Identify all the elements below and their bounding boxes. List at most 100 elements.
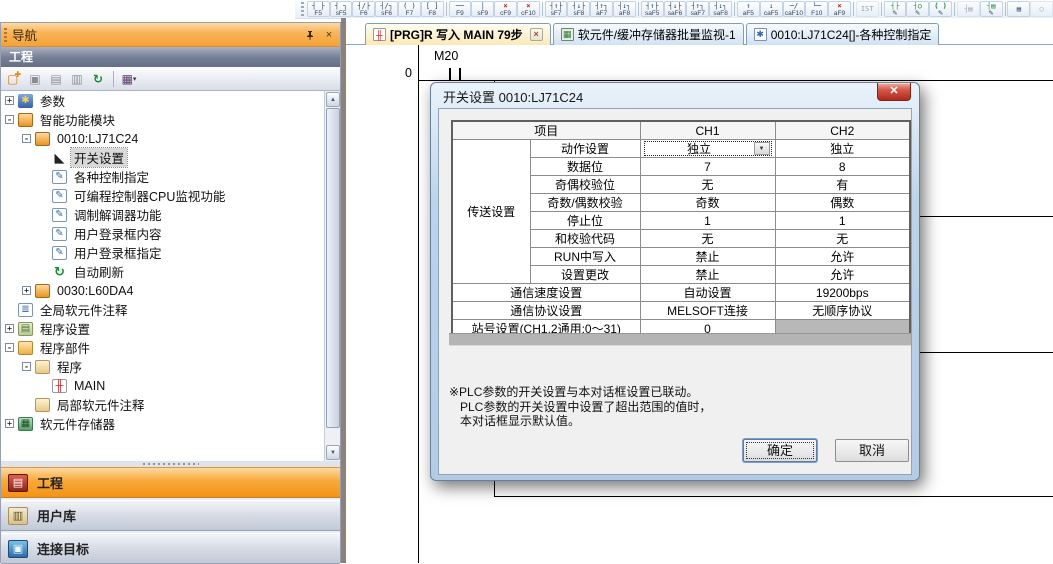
expand-toggle-icon[interactable]: + xyxy=(5,419,14,428)
tool-key-label: sF5 xyxy=(336,10,347,17)
scrollbar-thumb[interactable] xyxy=(326,108,340,428)
tree-item-various-control-specification[interactable]: 各种控制指定 xyxy=(1,167,340,186)
ch2-cell[interactable]: 允许 xyxy=(775,248,910,266)
edit-instruction-button[interactable]: ( )✎ xyxy=(929,1,952,17)
edit-contact-button[interactable]: ┤├✎ xyxy=(884,1,907,17)
ch1-cell[interactable]: 无 xyxy=(640,230,775,248)
ch2-cell[interactable]: 无顺序协议 xyxy=(775,302,910,320)
ch1-cell[interactable]: 1 xyxy=(640,212,775,230)
tree-item-parameter[interactable]: + 参数 xyxy=(1,91,340,110)
pin-icon[interactable] xyxy=(302,27,318,43)
ch1-cell[interactable]: 奇数 xyxy=(640,194,775,212)
cancel-button[interactable]: 取消 xyxy=(835,439,909,462)
edit-coil-button[interactable]: ┤○✎ xyxy=(906,1,929,17)
ch1-cell[interactable]: 禁止 xyxy=(640,266,775,284)
ch1-cell[interactable]: 自动设置 xyxy=(640,284,775,302)
nav-button-label: 连接目标 xyxy=(37,539,89,558)
tree-item-program-setting[interactable]: +程序设置 xyxy=(1,319,340,338)
expand-toggle-icon[interactable]: - xyxy=(22,362,31,371)
expand-toggle-icon[interactable]: + xyxy=(5,324,14,333)
falling-pulse-branch-button[interactable]: ┤↓┐aF8 xyxy=(613,1,636,17)
tree-item-auto-refresh[interactable]: 自动刷新 xyxy=(1,262,340,281)
expand-toggle-icon[interactable]: - xyxy=(5,115,14,124)
ch2-cell[interactable]: 允许 xyxy=(775,266,910,284)
sort-display-icon[interactable]: ▦▾ xyxy=(120,70,138,88)
falling-pulse-close-button[interactable]: ┤↓├saF6 xyxy=(664,1,687,17)
tab-batch-monitor[interactable]: ▦ 软元件/缓冲存储器批量监视-1 xyxy=(553,23,744,45)
tool-key-label: aF5 xyxy=(743,10,754,17)
open-contact-button[interactable]: ┤ ├F5 xyxy=(307,1,330,17)
tree-item-module-0030-l60da4[interactable]: +0030:L60DA4 xyxy=(1,281,340,300)
ch2-cell[interactable]: 偶数 xyxy=(775,194,910,212)
tree-item-modem-function[interactable]: 调制解调器功能 xyxy=(1,205,340,224)
pulse-conversion-down-button[interactable]: ↓caF5 xyxy=(760,1,783,17)
tree-item-local-device-comment[interactable]: 局部软元件注释 xyxy=(1,395,340,414)
falling-pulse-close-branch-button[interactable]: ┤↓┐saF8 xyxy=(709,1,732,17)
tree-item-module-0010-lj71c24[interactable]: -0010:LJ71C24 xyxy=(1,129,340,148)
ch2-cell[interactable]: 8 xyxy=(775,158,910,176)
delete-horizontal-line-button[interactable]: ×cF9 xyxy=(494,1,517,17)
rising-pulse-close-button[interactable]: ┤↑├saF5 xyxy=(641,1,664,17)
expand-toggle-icon[interactable]: - xyxy=(5,343,14,352)
nav-button-connection[interactable]: ▣ 连接目标 xyxy=(1,533,340,564)
tree-scrollbar[interactable]: ▲ ▼ xyxy=(324,91,340,461)
ch2-cell[interactable]: 1 xyxy=(775,212,910,230)
nav-button-user-library[interactable]: ▥ 用户库 xyxy=(1,500,340,531)
expand-toggle-icon[interactable]: + xyxy=(5,96,14,105)
ch1-cell[interactable]: 禁止 xyxy=(640,248,775,266)
tree-item-program-parts[interactable]: -程序部件 xyxy=(1,338,340,357)
close-contact-button[interactable]: ┤/├F6 xyxy=(352,1,375,17)
expand-toggle-icon[interactable]: - xyxy=(22,134,31,143)
tree-item-device-memory[interactable]: +软元件存储器 xyxy=(1,414,340,433)
rising-pulse-branch-button[interactable]: ┤↑┐aF7 xyxy=(590,1,613,17)
ch2-cell[interactable]: 有 xyxy=(775,176,910,194)
rising-pulse-button[interactable]: ┤↑├sF7 xyxy=(545,1,568,17)
pulse-conversion-button[interactable]: ↑aF5 xyxy=(737,1,760,17)
line-branch-button[interactable]: └─F10 xyxy=(805,1,828,17)
ch1-cell[interactable]: MELSOFT连接 xyxy=(640,302,775,320)
scroll-down-icon[interactable]: ▼ xyxy=(326,445,340,460)
tree-item-intelligent-function-module[interactable]: -智能功能模块 xyxy=(1,110,340,129)
operation-setting-combobox[interactable]: 独立 ▼ xyxy=(644,141,772,156)
ch2-cell[interactable]: 独立 xyxy=(775,140,910,158)
close-tab-icon[interactable]: × xyxy=(530,28,543,41)
ch1-cell[interactable]: 无 xyxy=(640,176,775,194)
ok-button[interactable]: 确定 xyxy=(743,439,817,462)
coil-button[interactable]: ( )F7 xyxy=(398,1,421,17)
tree-item-program[interactable]: -程序 xyxy=(1,357,340,376)
scroll-up-icon[interactable]: ▲ xyxy=(326,92,340,107)
tree-item-label: 参数 xyxy=(37,91,68,110)
falling-pulse-button[interactable]: ┤↓├sF8 xyxy=(567,1,590,17)
tool-key-label: F10 xyxy=(811,10,822,17)
expand-toggle-icon[interactable]: + xyxy=(22,286,31,295)
tree-item-switch-setting[interactable]: 开关设置 xyxy=(1,148,340,167)
close-contact-branch-button[interactable]: ┤/┐sF6 xyxy=(375,1,398,17)
inline-monitor-button: ┤▤ xyxy=(957,1,980,17)
tree-item-main-program[interactable]: MAIN xyxy=(1,376,340,395)
tab-main-program[interactable]: ╫ [PRG]R 写入 MAIN 79步 × xyxy=(365,23,551,45)
statement-list-button[interactable]: ▤ xyxy=(1007,1,1030,17)
nav-button-project[interactable]: ▤ 工程 xyxy=(1,467,340,498)
new-data-icon[interactable]: ▢✚ xyxy=(5,70,23,88)
tree-item-plc-cpu-monitoring-function[interactable]: 可编程控制器CPU监视功能 xyxy=(1,186,340,205)
close-panel-icon[interactable]: × xyxy=(321,27,337,43)
application-instruction-button[interactable]: [ ]F8 xyxy=(421,1,444,17)
tree-item-user-frame-specification[interactable]: 用户登录框指定 xyxy=(1,243,340,262)
rising-pulse-close-branch-button[interactable]: ┤↑┐saF7 xyxy=(686,1,709,17)
ch2-cell[interactable]: 无 xyxy=(775,230,910,248)
vertical-line-button[interactable]: │sF9 xyxy=(471,1,494,17)
ch2-cell[interactable]: 19200bps xyxy=(775,284,910,302)
tab-control-specification[interactable]: ✱ 0010:LJ71C24[]-各种控制指定 xyxy=(746,23,940,45)
open-contact-branch-button[interactable]: ┤ ┐sF5 xyxy=(330,1,353,17)
tree-item-global-device-comment[interactable]: 全局软元件注释 xyxy=(1,300,340,319)
inline-edit-button[interactable]: ┤▤✎ xyxy=(980,1,1003,17)
combobox-dropdown-icon[interactable]: ▼ xyxy=(754,142,770,155)
dialog-close-button[interactable]: ✕ xyxy=(877,83,911,101)
ch1-cell[interactable]: 7 xyxy=(640,158,775,176)
refresh-icon[interactable]: ↻ xyxy=(89,70,107,88)
tree-item-user-frame-content[interactable]: 用户登录框内容 xyxy=(1,224,340,243)
horizontal-line-button[interactable]: ──F9 xyxy=(449,1,472,17)
delete-line-button[interactable]: ×aF9 xyxy=(828,1,851,17)
invert-operation-button[interactable]: ─/caF10 xyxy=(783,1,806,17)
delete-vertical-line-button[interactable]: ×cF10 xyxy=(517,1,540,17)
